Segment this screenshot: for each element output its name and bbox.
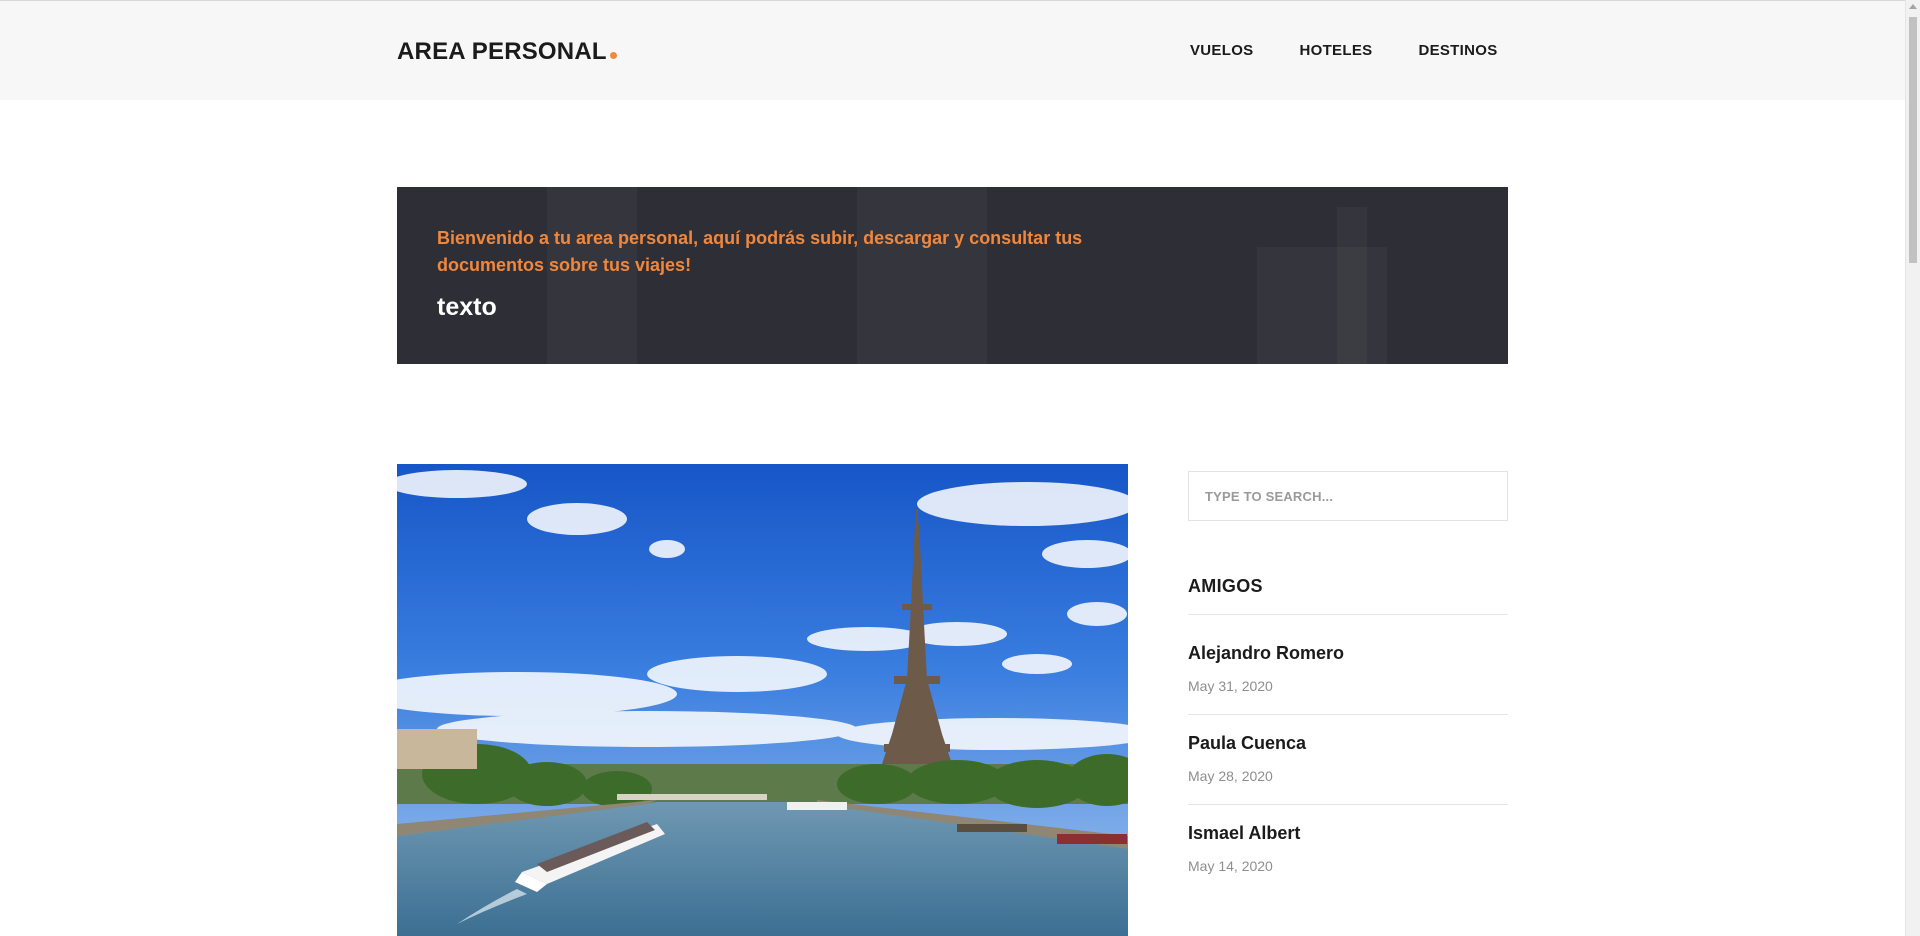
eiffel-tower-photo (397, 464, 1128, 936)
sidebar-divider (1188, 614, 1508, 615)
friend-item: Ismael Albert May 14, 2020 (1188, 823, 1508, 874)
nav-item-vuelos[interactable]: VUELOS (1190, 42, 1253, 59)
logo-text: AREA PERSONAL (397, 38, 607, 65)
scroll-up-icon[interactable] (1909, 4, 1917, 9)
banner-bg-building (1337, 207, 1367, 364)
friend-name[interactable]: Paula Cuenca (1188, 733, 1508, 754)
friend-name[interactable]: Ismael Albert (1188, 823, 1508, 844)
page-scrollbar[interactable] (1905, 0, 1920, 936)
welcome-banner: Bienvenido a tu area personal, aquí podr… (397, 187, 1508, 364)
nav-item-hoteles[interactable]: HOTELES (1299, 42, 1372, 59)
scroll-thumb[interactable] (1909, 17, 1917, 263)
friend-date: May 14, 2020 (1188, 858, 1273, 874)
sidebar-heading: AMIGOS (1188, 576, 1263, 596)
nav-item-destinos[interactable]: DESTINOS (1418, 42, 1497, 59)
friend-date: May 31, 2020 (1188, 678, 1273, 694)
sidebar-divider (1188, 714, 1508, 715)
friend-name[interactable]: Alejandro Romero (1188, 643, 1508, 664)
banner-message: Bienvenido a tu area personal, aquí podr… (437, 228, 1083, 275)
site-header: AREA PERSONAL VUELOS HOTELES DESTINOS (0, 0, 1905, 100)
banner-title: texto (437, 293, 497, 321)
friend-item: Alejandro Romero May 31, 2020 (1188, 643, 1508, 694)
site-logo[interactable]: AREA PERSONAL (397, 38, 617, 66)
friend-item: Paula Cuenca May 28, 2020 (1188, 733, 1508, 784)
search-input[interactable] (1188, 471, 1508, 521)
logo-dot-icon (609, 52, 617, 59)
friend-date: May 28, 2020 (1188, 768, 1273, 784)
main-nav: VUELOS HOTELES DESTINOS (1190, 42, 1498, 59)
banner-bg-building (1257, 247, 1387, 364)
sidebar-divider (1188, 804, 1508, 805)
